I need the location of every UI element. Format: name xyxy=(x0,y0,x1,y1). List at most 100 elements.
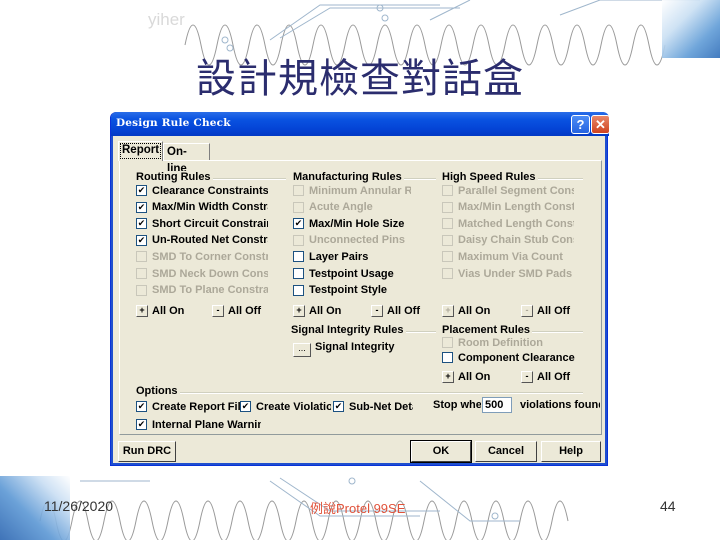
rule-checkbox-row[interactable]: Room Definition xyxy=(442,335,582,350)
option-internal-plane-warnings[interactable]: Internal Plane Warnings xyxy=(136,417,261,432)
rule-label: Max/Min Width Constraint xyxy=(152,201,268,214)
tab-on-line[interactable]: On-line xyxy=(163,143,210,175)
checkbox[interactable] xyxy=(293,218,304,230)
checkbox[interactable] xyxy=(136,251,147,263)
help-icon[interactable]: ? xyxy=(571,115,590,134)
rule-label: Parallel Segment Constraint xyxy=(458,184,574,197)
rule-checkbox-row[interactable]: Vias Under SMD Pads xyxy=(442,266,574,281)
high-speed-rules-title: High Speed Rules xyxy=(442,171,538,183)
all-off-label: All Off xyxy=(537,371,570,383)
checkbox[interactable] xyxy=(136,268,147,279)
rule-label: Un-Routed Net Constraints xyxy=(152,234,268,247)
placement-all-on-button[interactable]: + All On xyxy=(442,371,490,383)
checkbox[interactable] xyxy=(136,401,147,412)
watermark: yiher xyxy=(148,10,185,29)
stop-violations-input[interactable] xyxy=(482,397,512,413)
checkbox[interactable] xyxy=(293,201,304,213)
rule-label: Vias Under SMD Pads xyxy=(458,267,573,280)
rule-checkbox-row[interactable]: Short Circuit Constraints xyxy=(136,216,268,231)
placement-all-off-button[interactable]: - All Off xyxy=(521,371,570,383)
checkbox[interactable] xyxy=(136,218,147,230)
checkbox[interactable] xyxy=(136,201,147,213)
checkbox[interactable] xyxy=(136,419,147,430)
checkbox[interactable] xyxy=(293,284,304,296)
rule-label: Clearance Constraints xyxy=(152,184,268,197)
checkbox[interactable] xyxy=(293,185,304,196)
option-create-violations[interactable]: Create Violations xyxy=(240,399,331,414)
checkbox[interactable] xyxy=(136,234,147,246)
group-divider xyxy=(179,392,583,394)
rule-label: Matched Length Constraint xyxy=(458,217,574,230)
rule-checkbox-row[interactable]: Max/Min Hole Size xyxy=(293,216,411,231)
minus-icon: - xyxy=(371,305,383,317)
rule-label: SMD To Plane Constraint xyxy=(152,284,268,297)
signal-integrity-ellipsis-button[interactable]: ... xyxy=(293,343,311,357)
checkbox[interactable] xyxy=(136,185,147,196)
checkbox[interactable] xyxy=(442,201,453,213)
option-sub-net-details[interactable]: Sub-Net Details xyxy=(333,399,413,414)
plus-icon: + xyxy=(442,371,454,383)
high-speed-all-off-button[interactable]: - All Off xyxy=(521,305,570,317)
rule-checkbox-row[interactable]: Parallel Segment Constraint xyxy=(442,183,574,198)
rule-checkbox-row[interactable]: Testpoint Style xyxy=(293,283,411,298)
rule-checkbox-row[interactable]: Clearance Constraints xyxy=(136,183,268,198)
checkbox[interactable] xyxy=(442,352,453,363)
rule-checkbox-row[interactable]: Max/Min Width Constraint xyxy=(136,200,268,215)
rule-checkbox-row[interactable]: Matched Length Constraint xyxy=(442,216,574,231)
option-create-report-file[interactable]: Create Report File xyxy=(136,399,244,414)
all-on-label: All On xyxy=(458,371,491,383)
rule-checkbox-row[interactable]: Layer Pairs xyxy=(293,249,411,264)
rule-checkbox-row[interactable]: Component Clearance xyxy=(442,350,582,365)
rule-label: Minimum Annular Ring xyxy=(309,184,411,197)
routing-all-on-button[interactable]: + All On xyxy=(136,305,184,317)
options-title: Options xyxy=(136,385,180,397)
checkbox[interactable] xyxy=(442,337,453,348)
rule-label: SMD Neck Down Constraint xyxy=(152,267,268,280)
cancel-button[interactable]: Cancel xyxy=(475,441,537,462)
all-on-label: All On xyxy=(152,305,185,317)
checkbox[interactable] xyxy=(442,218,453,230)
plus-icon: + xyxy=(136,305,148,317)
placement-rules-title: Placement Rules xyxy=(442,324,533,336)
checkbox[interactable] xyxy=(293,268,304,279)
group-divider xyxy=(538,178,583,180)
rule-checkbox-row[interactable]: Un-Routed Net Constraints xyxy=(136,233,268,248)
checkbox[interactable] xyxy=(442,251,453,263)
run-drc-button[interactable]: Run DRC xyxy=(118,441,176,462)
title-bar[interactable]: Design Rule Check ? ✕ xyxy=(111,112,610,136)
manufacturing-all-on-button[interactable]: + All On xyxy=(293,305,341,317)
rule-checkbox-row[interactable]: SMD To Corner Constraint xyxy=(136,249,268,264)
rule-checkbox-row[interactable]: Minimum Annular Ring xyxy=(293,183,411,198)
high-speed-all-on-button[interactable]: + All On xyxy=(442,305,490,317)
minus-icon: - xyxy=(521,371,533,383)
checkbox[interactable] xyxy=(136,284,147,296)
tab-report[interactable]: Report xyxy=(118,141,163,161)
rule-checkbox-row[interactable]: Unconnected Pins xyxy=(293,233,411,248)
rule-checkbox-row[interactable]: SMD Neck Down Constraint xyxy=(136,266,268,281)
checkbox[interactable] xyxy=(293,251,304,263)
help-button[interactable]: Help xyxy=(541,441,601,462)
rule-checkbox-row[interactable]: Maximum Via Count xyxy=(442,249,574,264)
ok-button[interactable]: OK xyxy=(410,440,472,463)
rule-checkbox-row[interactable]: Daisy Chain Stub Constraint xyxy=(442,233,574,248)
rule-label: Layer Pairs xyxy=(309,250,369,263)
group-divider xyxy=(211,178,286,180)
rule-label: Testpoint Usage xyxy=(309,267,394,280)
checkbox[interactable] xyxy=(293,234,304,246)
checkbox[interactable] xyxy=(442,234,453,246)
close-icon[interactable]: ✕ xyxy=(591,115,610,134)
checkbox[interactable] xyxy=(333,401,344,412)
group-divider xyxy=(531,331,583,333)
routing-all-off-button[interactable]: - All Off xyxy=(212,305,261,317)
manufacturing-all-off-button[interactable]: - All Off xyxy=(371,305,420,317)
checkbox[interactable] xyxy=(240,401,251,412)
rule-label: SMD To Corner Constraint xyxy=(152,250,268,263)
slide-title: 設計規檢查對話盒 xyxy=(196,56,524,102)
rule-checkbox-row[interactable]: Testpoint Usage xyxy=(293,266,411,281)
rule-checkbox-row[interactable]: Acute Angle xyxy=(293,200,411,215)
checkbox[interactable] xyxy=(442,185,453,196)
design-rule-check-dialog: Design Rule Check ? ✕ Report On-line Rou… xyxy=(110,112,610,466)
rule-checkbox-row[interactable]: Max/Min Length Constraint xyxy=(442,200,574,215)
checkbox[interactable] xyxy=(442,268,453,279)
rule-checkbox-row[interactable]: SMD To Plane Constraint xyxy=(136,283,268,298)
